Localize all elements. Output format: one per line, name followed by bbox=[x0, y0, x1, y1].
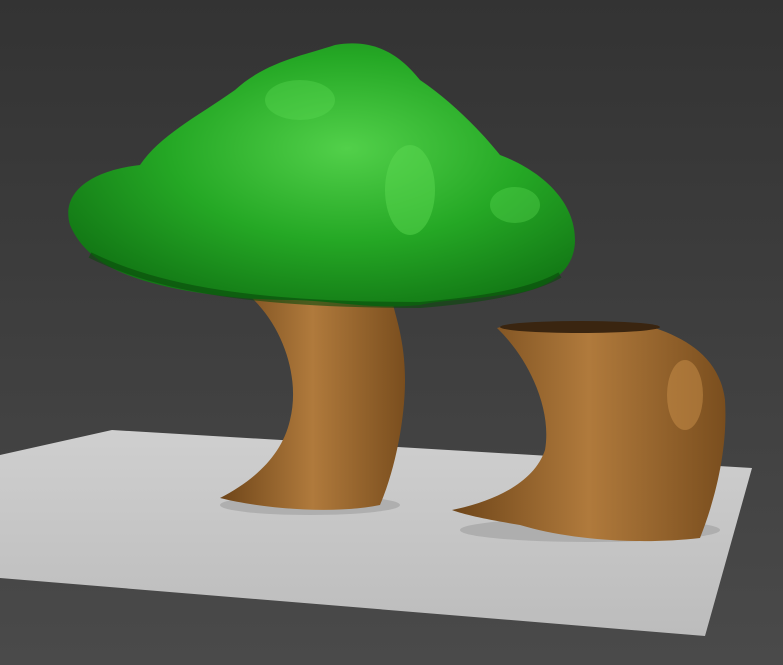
render-viewport bbox=[0, 0, 783, 665]
